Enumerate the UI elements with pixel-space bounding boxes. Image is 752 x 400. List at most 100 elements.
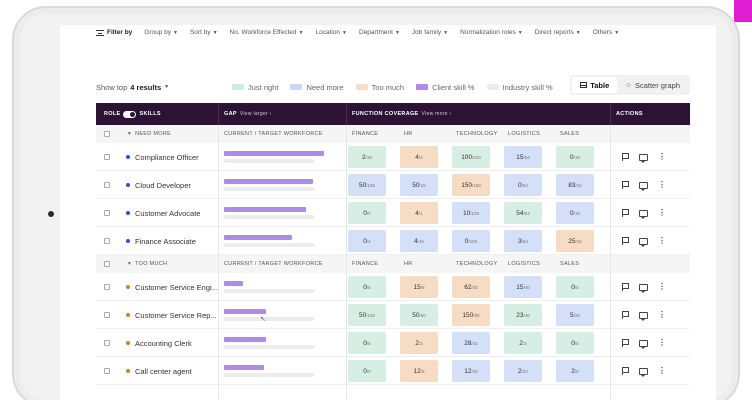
- coverage-cell[interactable]: 15/54: [504, 146, 542, 168]
- coverage-cell[interactable]: 0/54: [504, 174, 542, 196]
- coverage-cell[interactable]: 2/20: [504, 360, 542, 382]
- comment-icon[interactable]: [639, 237, 648, 247]
- group-checkbox[interactable]: [104, 131, 110, 137]
- coverage-cell[interactable]: 4/1: [400, 202, 438, 224]
- comment-icon[interactable]: [639, 367, 648, 377]
- coverage-cell[interactable]: 150/90: [452, 304, 490, 326]
- filter-dropdown[interactable]: Others ▼: [593, 29, 619, 36]
- gap-view-larger-link[interactable]: View larger ›: [240, 111, 272, 117]
- coverage-cell[interactable]: 0/0: [348, 360, 386, 382]
- comment-icon[interactable]: [639, 311, 648, 321]
- more-options-icon[interactable]: ⋮: [658, 181, 666, 189]
- filter-dropdown[interactable]: Sort by ▼: [190, 29, 218, 36]
- coverage-cell[interactable]: 83/15: [556, 174, 594, 196]
- flag-icon[interactable]: [622, 237, 629, 245]
- table-row[interactable]: Customer Advocate 0/0 4/1 10/100 54/54 0/15 …: [96, 199, 690, 227]
- coverage-cell[interactable]: 2/3: [504, 332, 542, 354]
- scatter-view-button[interactable]: ⁘ Scatter graph: [617, 77, 688, 93]
- coverage-cell[interactable]: 0/15: [556, 146, 594, 168]
- more-options-icon[interactable]: ⋮: [658, 283, 666, 291]
- show-top-select[interactable]: Show top 4 results ▼: [96, 83, 169, 92]
- role-name[interactable]: Cloud Developer: [126, 171, 191, 199]
- coverage-cell[interactable]: 62/30: [452, 276, 490, 298]
- role-name[interactable]: Accounting Clerk: [126, 329, 192, 357]
- coverage-cell[interactable]: 12/9: [400, 360, 438, 382]
- coverage-cell[interactable]: 0/0: [348, 202, 386, 224]
- table-row[interactable]: Cloud Developer 50/100 50/15 150/100 0/54 83…: [96, 171, 690, 199]
- role-name[interactable]: Compliance Officer: [126, 143, 199, 171]
- flag-icon[interactable]: [622, 311, 629, 319]
- group-checkbox[interactable]: [104, 261, 110, 267]
- role-skills-toggle[interactable]: [123, 110, 137, 118]
- filter-dropdown[interactable]: Location ▼: [315, 29, 347, 36]
- row-checkbox[interactable]: [104, 284, 110, 290]
- flag-icon[interactable]: [622, 367, 629, 375]
- more-options-icon[interactable]: ⋮: [658, 367, 666, 375]
- table-row[interactable]: Accounting Clerk 0/5 2/3 28/15 2/3 0/0 ⋮: [96, 329, 690, 357]
- flag-icon[interactable]: [622, 339, 629, 347]
- comment-icon[interactable]: [639, 209, 648, 219]
- coverage-cell[interactable]: 50/100: [348, 304, 386, 326]
- coverage-cell[interactable]: 50/15: [400, 174, 438, 196]
- coverage-cell[interactable]: 0/0: [556, 276, 594, 298]
- more-options-icon[interactable]: ⋮: [658, 339, 666, 347]
- table-view-button[interactable]: Table: [572, 77, 618, 93]
- filter-by[interactable]: Filter by: [96, 29, 132, 36]
- more-options-icon[interactable]: ⋮: [658, 311, 666, 319]
- row-checkbox[interactable]: [104, 340, 110, 346]
- filter-dropdown[interactable]: Group by ▼: [144, 29, 178, 36]
- filter-dropdown[interactable]: Normalization roles ▼: [460, 29, 523, 36]
- table-row[interactable]: Compliance Officer 2/15 4/2 100/100 15/54 0/…: [96, 143, 690, 171]
- coverage-cell[interactable]: 15/9: [400, 276, 438, 298]
- group-title[interactable]: ▾ TOO MUCH: [128, 255, 167, 273]
- coverage-cell[interactable]: 0/4: [348, 230, 386, 252]
- coverage-cell[interactable]: 0/5: [348, 276, 386, 298]
- coverage-cell[interactable]: 50/100: [348, 174, 386, 196]
- more-options-icon[interactable]: ⋮: [658, 209, 666, 217]
- coverage-cell[interactable]: 15/40: [504, 276, 542, 298]
- coverage-cell[interactable]: 25/15: [556, 230, 594, 252]
- group-title[interactable]: ▾ NEED MORE: [128, 125, 171, 143]
- comment-icon[interactable]: [639, 283, 648, 293]
- row-checkbox[interactable]: [104, 154, 110, 160]
- coverage-cell[interactable]: 0/5: [348, 332, 386, 354]
- filter-dropdown[interactable]: Department ▼: [359, 29, 400, 36]
- row-checkbox[interactable]: [104, 238, 110, 244]
- row-checkbox[interactable]: [104, 210, 110, 216]
- comment-icon[interactable]: [639, 181, 648, 191]
- role-name[interactable]: Customer Service Engi...: [126, 273, 218, 301]
- coverage-cell[interactable]: 23/46: [504, 304, 542, 326]
- function-view-more-link[interactable]: View more ›: [422, 111, 452, 117]
- flag-icon[interactable]: [622, 153, 629, 161]
- filter-dropdown[interactable]: Job family ▼: [412, 29, 448, 36]
- more-options-icon[interactable]: ⋮: [658, 237, 666, 245]
- role-name[interactable]: Call center agent: [126, 357, 192, 385]
- more-options-icon[interactable]: ⋮: [658, 153, 666, 161]
- coverage-cell[interactable]: 100/100: [452, 146, 490, 168]
- coverage-cell[interactable]: 2/15: [348, 146, 386, 168]
- table-row[interactable]: Call center agent 0/0 12/9 12/30 2/20 2/5 ⋮: [96, 357, 690, 385]
- role-name[interactable]: Customer Service Rep...: [126, 301, 217, 329]
- coverage-cell[interactable]: 2/3: [400, 332, 438, 354]
- flag-icon[interactable]: [622, 209, 629, 217]
- coverage-cell[interactable]: 50/50: [400, 304, 438, 326]
- role-name[interactable]: Finance Associate: [126, 227, 196, 255]
- coverage-cell[interactable]: 4/2: [400, 146, 438, 168]
- filter-dropdown[interactable]: Direct reports ▼: [535, 29, 581, 36]
- coverage-cell[interactable]: 4/15: [400, 230, 438, 252]
- coverage-cell[interactable]: 0/0: [556, 332, 594, 354]
- comment-icon[interactable]: [639, 339, 648, 349]
- coverage-cell[interactable]: 28/15: [452, 332, 490, 354]
- coverage-cell[interactable]: 5/20: [556, 304, 594, 326]
- coverage-cell[interactable]: 12/30: [452, 360, 490, 382]
- row-checkbox[interactable]: [104, 312, 110, 318]
- table-row[interactable]: Customer Service Rep... 50/100 50/50 150/9…: [96, 301, 690, 329]
- coverage-cell[interactable]: 3/54: [504, 230, 542, 252]
- coverage-cell[interactable]: 2/5: [556, 360, 594, 382]
- row-checkbox[interactable]: [104, 182, 110, 188]
- table-row[interactable]: Finance Associate 0/4 4/15 0/100 3/54 25/15 …: [96, 227, 690, 255]
- comment-icon[interactable]: [639, 153, 648, 163]
- role-name[interactable]: Customer Advocate: [126, 199, 200, 227]
- table-row[interactable]: Customer Service Engi... 0/5 15/9 62/30 15/…: [96, 273, 690, 301]
- flag-icon[interactable]: [622, 181, 629, 189]
